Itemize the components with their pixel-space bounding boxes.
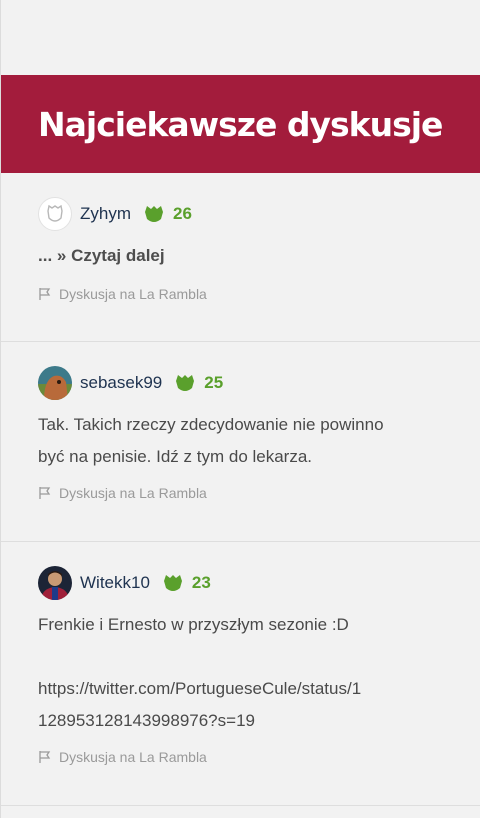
discussion-item[interactable]: Witekk10 23 Frenkie i Ernesto w przyszły… — [1, 542, 480, 806]
comment-text: Tak. Takich rzeczy zdecydowanie nie powi… — [38, 409, 443, 473]
discussion-meta[interactable]: Dyskusja na La Rambla — [38, 485, 443, 501]
top-spacer — [1, 0, 480, 75]
discussion-meta-label[interactable]: Dyskusja na La Rambla — [59, 485, 207, 501]
comment-line[interactable]: ... » Czytaj dalej — [38, 240, 443, 272]
discussion-meta[interactable]: Dyskusja na La Rambla — [38, 286, 443, 302]
comment-line: Frenkie i Ernesto w przyszłym sezonie :D — [38, 615, 349, 634]
score-value: 26 — [173, 204, 192, 223]
discussion-meta-label[interactable]: Dyskusja na La Rambla — [59, 749, 207, 765]
flag-icon — [38, 287, 52, 301]
discussion-meta[interactable]: Dyskusja na La Rambla — [38, 749, 443, 765]
comment-line: Tak. Takich rzeczy zdecydowanie nie powi… — [38, 415, 384, 434]
comment-link-line[interactable]: 128953128143998976?s=19 — [38, 705, 443, 737]
author-row: Zyhym 26 — [38, 197, 443, 231]
score-value: 23 — [191, 573, 211, 592]
flag-icon — [38, 486, 52, 500]
discussion-item[interactable]: sebasek99 25 Tak. Takich rzeczy zdecydow… — [1, 342, 480, 542]
author-name[interactable]: Witekk10 — [80, 573, 150, 593]
flag-icon — [38, 750, 52, 764]
user-avatar-photo[interactable] — [38, 366, 72, 400]
comment-line: być na penisie. Idź z tym do lekarza. — [38, 447, 313, 466]
author-name[interactable]: sebasek99 — [80, 373, 162, 393]
discussion-meta-label[interactable]: Dyskusja na La Rambla — [59, 286, 207, 302]
score-value: 25 — [204, 373, 224, 392]
author-row: sebasek99 25 — [38, 366, 443, 400]
discussions-widget: Najciekawsze dyskusje Zyhym 26 ... » Czy… — [0, 0, 480, 818]
default-avatar-icon[interactable] — [38, 197, 72, 231]
author-name[interactable]: Zyhym — [80, 204, 131, 224]
club-badge-icon — [162, 572, 184, 594]
club-badge-icon — [174, 372, 196, 394]
comment-text: Frenkie i Ernesto w przyszłym sezonie :D… — [38, 609, 443, 737]
user-avatar-photo[interactable] — [38, 566, 72, 600]
discussion-item[interactable]: Zyhym 26 ... » Czytaj dalej Dyskusja na … — [1, 173, 480, 342]
comment-text[interactable]: ... » Czytaj dalej — [38, 240, 443, 272]
section-header: Najciekawsze dyskusje — [1, 75, 480, 173]
comment-link-line[interactable]: https://twitter.com/PortugueseCule/statu… — [38, 673, 443, 705]
author-row: Witekk10 23 — [38, 566, 443, 600]
club-badge-icon — [143, 203, 165, 225]
section-title: Najciekawsze dyskusje — [38, 104, 443, 144]
